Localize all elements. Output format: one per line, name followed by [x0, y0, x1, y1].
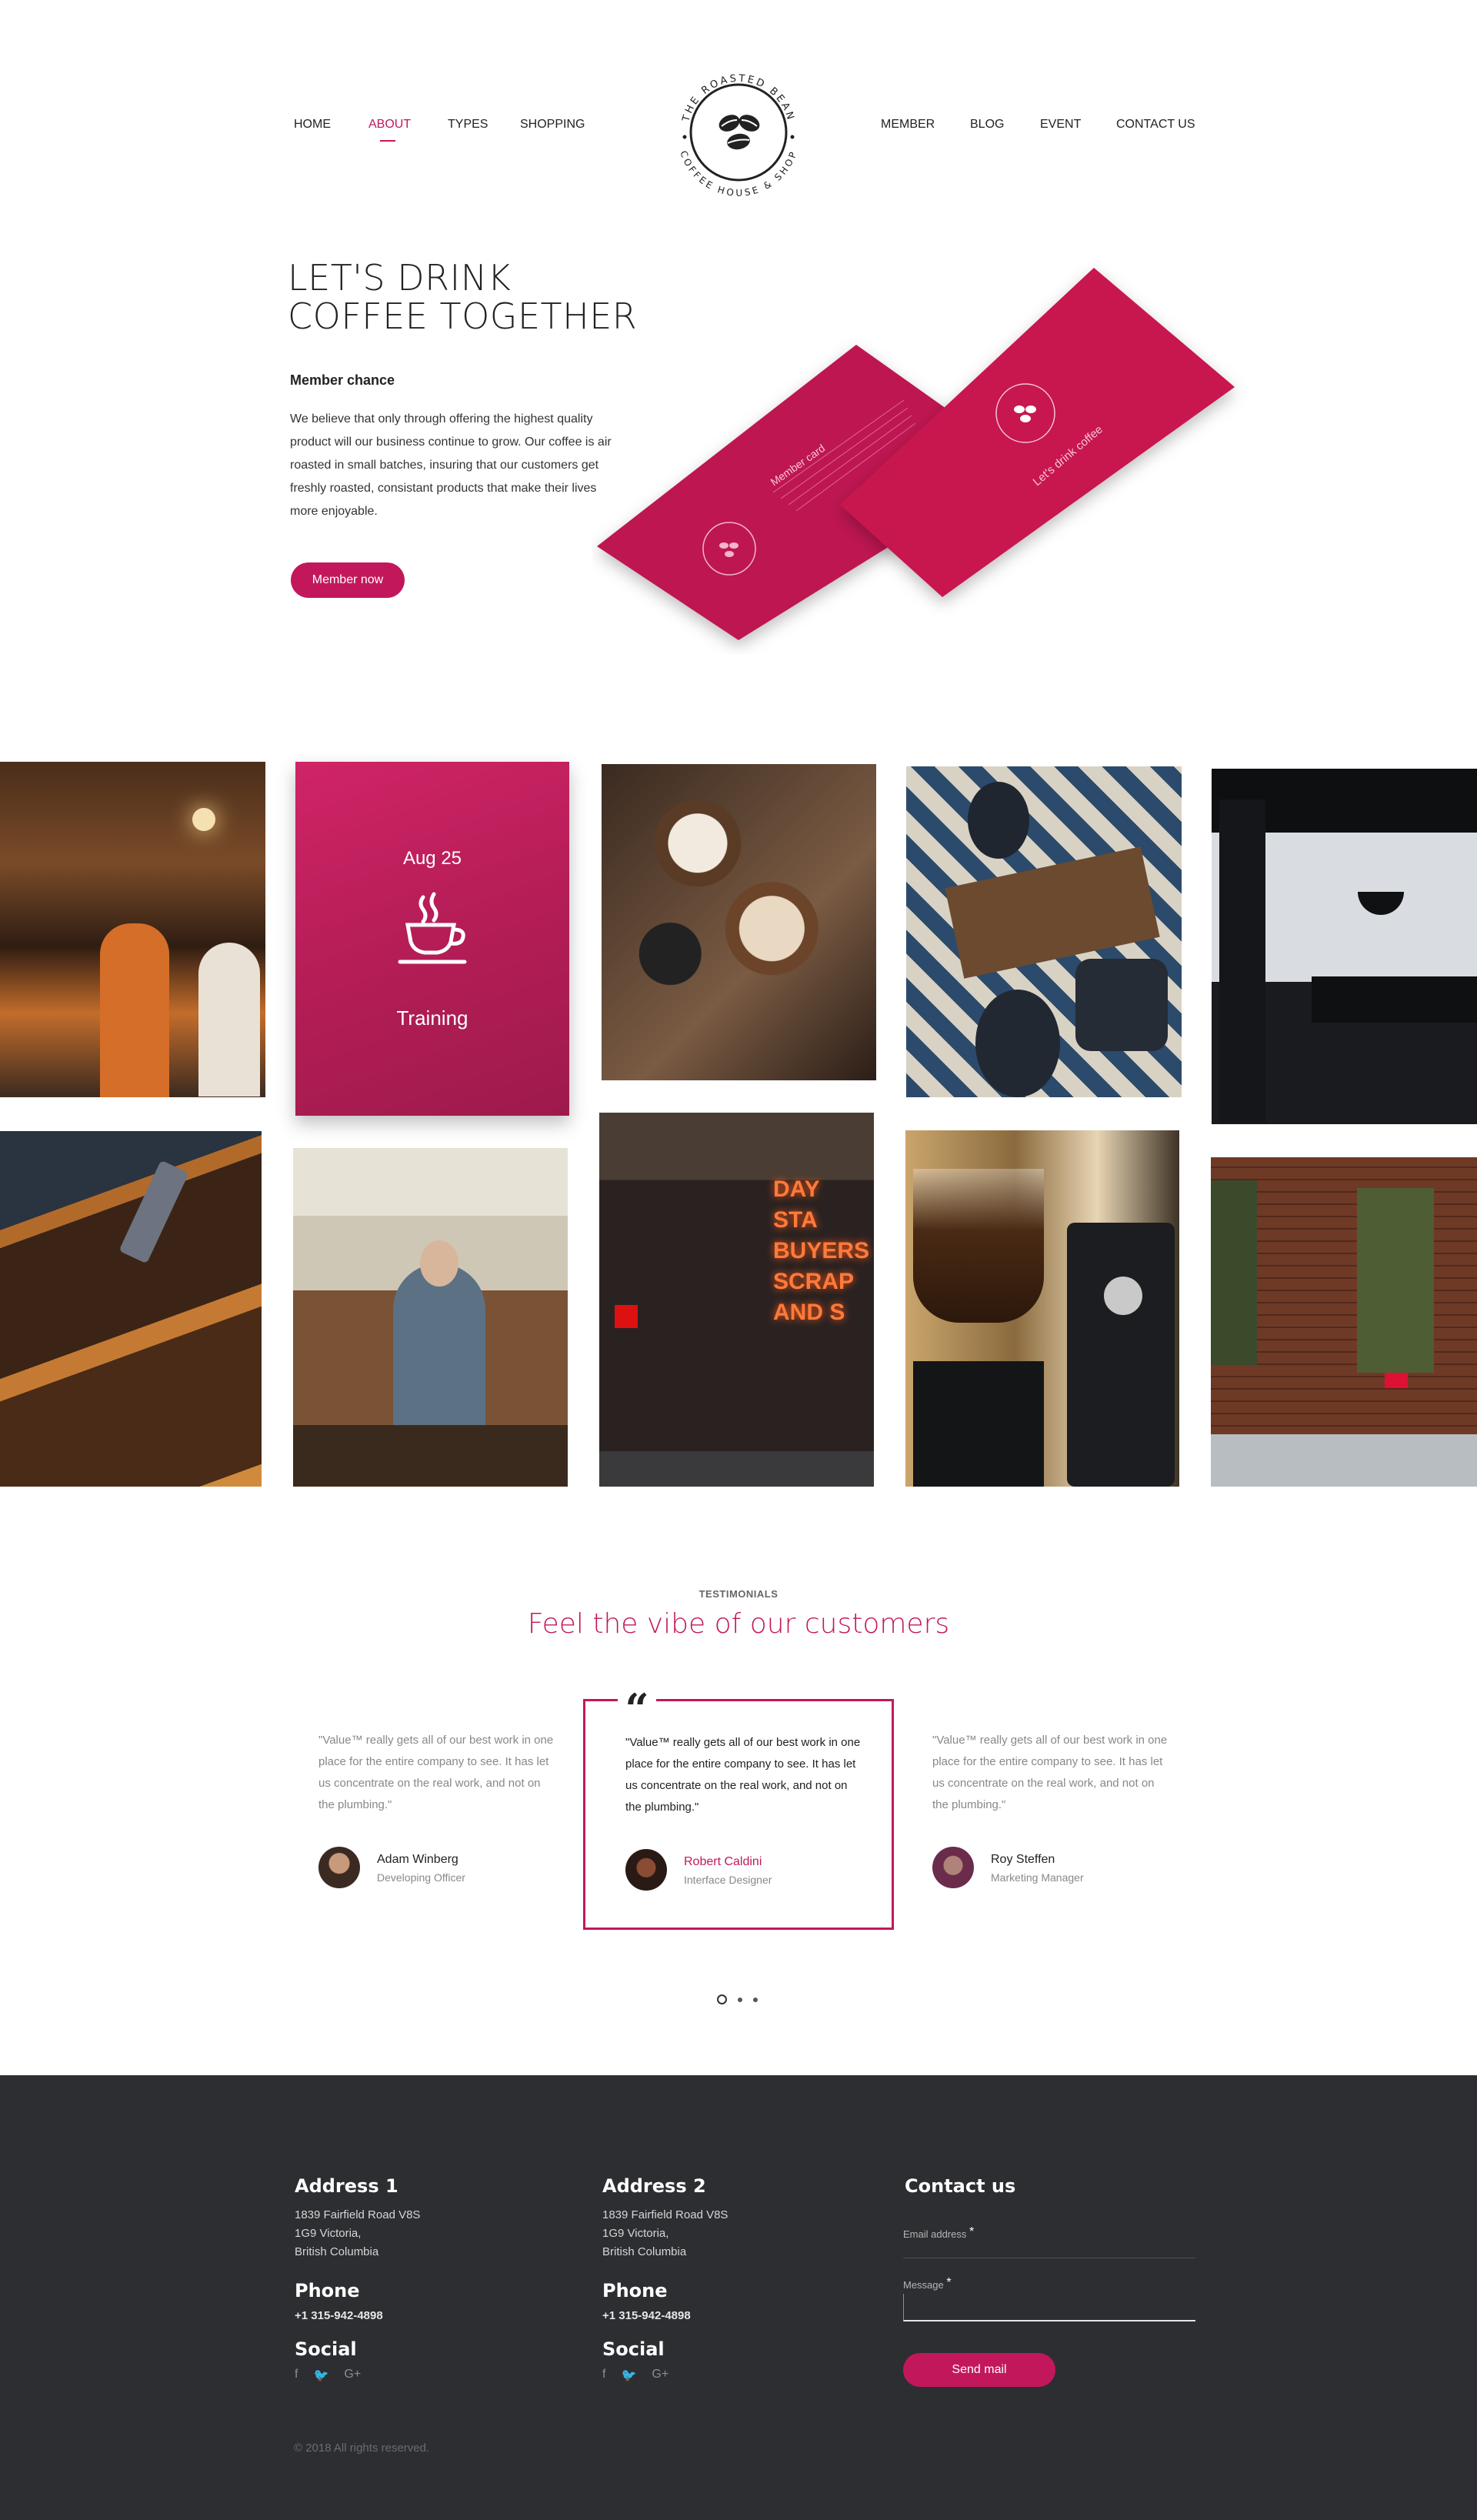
address-1-line2: 1G9 Victoria, [295, 2227, 362, 2240]
hero-title: LET'S DRINK COFFEE TOGETHER [288, 259, 637, 335]
coffee-bean-logo-icon: THE ROASTED BEAN COFFEE HOUSE & SHOP [678, 73, 799, 199]
address-2-heading: Address 2 [602, 2175, 706, 2197]
footer: Address 1 1839 Fairfield Road V8S 1G9 Vi… [0, 2075, 1477, 2520]
hero-title-line2: COFFEE TOGETHER [288, 295, 638, 337]
gallery-photo-storefront[interactable]: DAY STA BUYERS SCRAP AND S [599, 1113, 874, 1487]
phone-number[interactable]: +1 315-942-4898 [602, 2309, 691, 2322]
address-2-line3: British Columbia [602, 2245, 687, 2258]
quote-icon: “ [618, 1684, 656, 1734]
carousel-dot-1[interactable] [717, 1994, 727, 2004]
carousel-dot-2[interactable] [738, 1997, 742, 2002]
send-mail-button[interactable]: Send mail [903, 2353, 1055, 2387]
twitter-icon[interactable]: 🐦 [621, 2368, 636, 2383]
facebook-icon[interactable]: f [295, 2368, 298, 2383]
address-2-line2: 1G9 Victoria, [602, 2227, 669, 2240]
nav-blog[interactable]: BLOG [970, 118, 1004, 132]
twitter-icon[interactable]: 🐦 [313, 2368, 328, 2383]
gallery-photo-brick-wall-cafe[interactable] [1211, 1157, 1477, 1487]
carousel-dots [717, 1994, 758, 2004]
social-links: f 🐦 G+ [295, 2368, 361, 2383]
hero-subtitle: Member chance [290, 372, 395, 388]
member-cards-illustration: Member card Let's drink coffee [592, 262, 1246, 654]
testimonials-kicker: TESTIMONIALS [698, 1588, 779, 1600]
address-1-line3: British Columbia [295, 2245, 379, 2258]
testimonial-name: Roy Steffen [991, 1853, 1055, 1866]
address-2-line1: 1839 Fairfield Road V8S [602, 2208, 728, 2221]
avatar [932, 1847, 974, 1888]
gallery-photo-bar-crowd[interactable] [0, 762, 265, 1097]
nav-event[interactable]: EVENT [1040, 118, 1081, 132]
contact-heading: Contact us [905, 2175, 1016, 2197]
hero-body: We believe that only through offering th… [290, 412, 612, 518]
event-date: Aug 25 [402, 848, 462, 869]
social-links: f 🐦 G+ [602, 2368, 668, 2383]
email-field[interactable] [903, 2240, 1195, 2258]
brand-logo[interactable]: THE ROASTED BEAN COFFEE HOUSE & SHOP [671, 65, 806, 200]
member-now-button[interactable]: Member now [291, 562, 405, 598]
testimonial-role: Interface Designer [684, 1874, 772, 1886]
testimonial-name: Adam Winberg [377, 1853, 458, 1866]
gallery-photo-table-top-view[interactable] [906, 766, 1182, 1097]
message-label: Message * [903, 2276, 952, 2291]
address-1-heading: Address 1 [295, 2175, 398, 2197]
testimonial-quote: "Value™ really gets all of our best work… [318, 1734, 554, 1811]
nav-about[interactable]: ABOUT [368, 118, 411, 132]
google-plus-icon[interactable]: G+ [344, 2368, 361, 2383]
nav-home[interactable]: HOME [294, 118, 331, 132]
hero-title-line1: LET'S DRINK [288, 257, 512, 299]
facebook-icon[interactable]: f [602, 2368, 605, 2383]
phone-heading: Phone [602, 2280, 668, 2301]
gallery-photo-bar-interior[interactable] [1212, 769, 1477, 1124]
gallery-photo-coffee-beans-bins[interactable] [0, 1131, 262, 1487]
address-1-line1: 1839 Fairfield Road V8S [295, 2208, 421, 2221]
testimonial-role: Marketing Manager [991, 1871, 1084, 1884]
avatar [318, 1847, 360, 1888]
phone-heading: Phone [295, 2280, 360, 2301]
avatar [625, 1849, 667, 1891]
gallery-photo-record-store[interactable] [293, 1148, 568, 1487]
nav-contact-us[interactable]: CONTACT US [1116, 118, 1195, 132]
nav-member[interactable]: MEMBER [881, 118, 935, 132]
nav-active-underline [380, 140, 395, 142]
svg-text:THE ROASTED BEAN: THE ROASTED BEAN [680, 73, 796, 124]
nav-shopping[interactable]: SHOPPING [520, 118, 585, 132]
testimonials-title: Feel the vibe of our customers [527, 1608, 950, 1640]
social-heading: Social [602, 2338, 665, 2360]
testimonial-role: Developing Officer [377, 1871, 465, 1884]
testimonial-card[interactable]: "Value™ really gets all of our best work… [283, 1699, 594, 1930]
google-plus-icon[interactable]: G+ [652, 2368, 668, 2383]
testimonial-card[interactable]: "Value™ really gets all of our best work… [897, 1699, 1208, 1930]
testimonial-name: Robert Caldini [684, 1855, 762, 1868]
testimonial-quote: "Value™ really gets all of our best work… [932, 1734, 1168, 1811]
svg-text:COFFEE HOUSE & SHOP: COFFEE HOUSE & SHOP [678, 149, 799, 199]
nav-types[interactable]: TYPES [448, 118, 488, 132]
phone-number[interactable]: +1 315-942-4898 [295, 2309, 383, 2322]
coffee-cup-icon [398, 892, 467, 964]
social-heading: Social [295, 2338, 357, 2360]
carousel-dot-3[interactable] [753, 1997, 758, 2002]
testimonial-quote: "Value™ really gets all of our best work… [625, 1736, 861, 1814]
event-card-training[interactable]: Aug 25 Training [295, 762, 569, 1116]
gallery-photo-coffee-grinder[interactable] [905, 1130, 1179, 1487]
message-field[interactable] [903, 2294, 1195, 2321]
copyright: © 2018 All rights reserved. [294, 2442, 430, 2455]
event-name: Training [396, 1006, 468, 1030]
gallery-photo-latte-cheers[interactable] [602, 764, 876, 1080]
testimonial-card-featured[interactable]: “ "Value™ really gets all of our best wo… [583, 1684, 894, 1930]
